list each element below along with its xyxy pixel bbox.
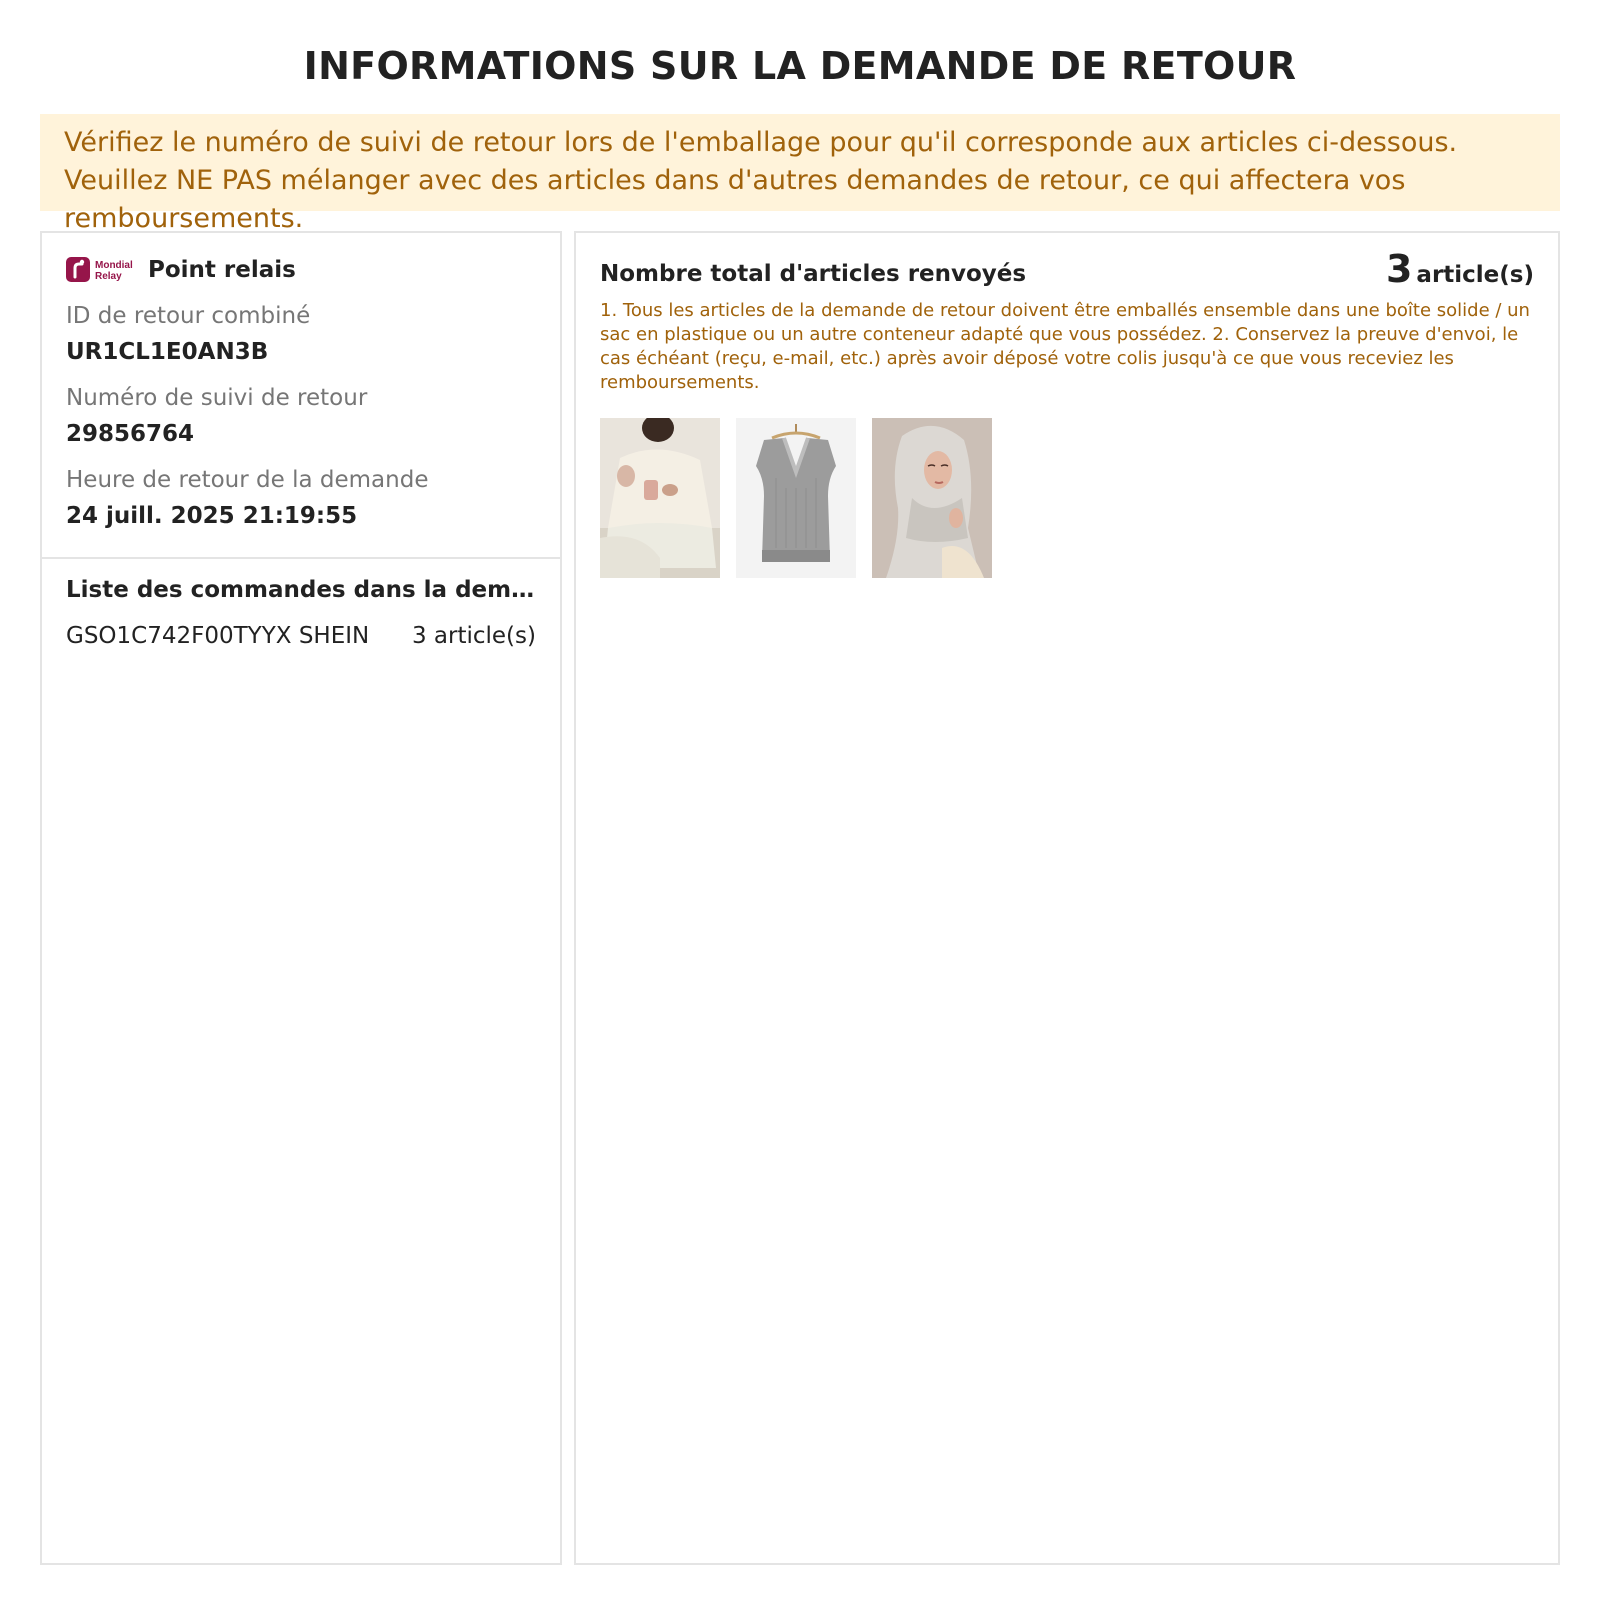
- grey-hijab-product-image[interactable]: [872, 418, 992, 578]
- total-items-label: Nombre total d'articles renvoyés: [600, 261, 1027, 287]
- packing-notice: Vérifiez le numéro de suivi de retour lo…: [40, 114, 1560, 234]
- logo-text-relay: Relay: [95, 271, 122, 282]
- mondial-relay-logo: Mondial Relay: [66, 257, 133, 282]
- cream-sweater-product-image[interactable]: [600, 418, 720, 578]
- order-item-count: 3 article(s): [411, 623, 536, 649]
- grey-knit-vest-product-image[interactable]: [736, 418, 856, 578]
- combined-id-value: UR1CL1E0AN3B: [66, 339, 269, 365]
- total-items-number: 3: [1385, 247, 1413, 291]
- total-items-count: 3 article(s): [1386, 247, 1534, 291]
- order-id: GSO1C742F00TYYX SHEIN: [66, 623, 370, 649]
- carrier-row: Mondial Relay Point relais: [66, 255, 296, 285]
- divider: [42, 557, 560, 559]
- orders-list-title: Liste des commandes dans la demande de r…: [66, 577, 536, 603]
- total-items-unit: article(s): [1416, 262, 1534, 288]
- packing-instructions: 1. Tous les articles de la demande de re…: [600, 300, 1530, 393]
- request-time-label: Heure de retour de la demande: [66, 467, 429, 493]
- combined-id-label: ID de retour combiné: [66, 303, 311, 329]
- product-thumbnails: [600, 418, 992, 578]
- shipping-method: Point relais: [148, 257, 296, 283]
- request-time-value: 24 juill. 2025 21:19:55: [66, 503, 358, 529]
- tracking-number-label: Numéro de suivi de retour: [66, 385, 368, 411]
- tracking-number-value: 29856764: [66, 421, 195, 447]
- order-row[interactable]: GSO1C742F00TYYX SHEIN 3 article(s): [66, 623, 536, 653]
- return-info-panel: Mondial Relay Point relais ID de retour …: [40, 231, 562, 1565]
- page-title: INFORMATIONS SUR LA DEMANDE DE RETOUR: [303, 44, 1297, 88]
- logo-text-mondial: Mondial: [95, 260, 133, 271]
- returned-items-panel: Nombre total d'articles renvoyés 3 artic…: [574, 231, 1560, 1565]
